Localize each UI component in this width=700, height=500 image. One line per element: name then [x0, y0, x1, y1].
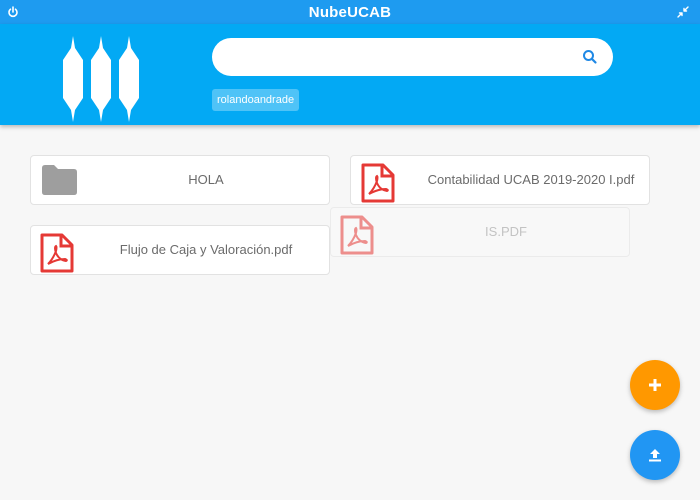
ucab-logo: [58, 36, 148, 122]
upload-button[interactable]: [630, 430, 680, 480]
search-bar: [212, 38, 613, 76]
search-icon[interactable]: [581, 48, 599, 66]
item-label: Flujo de Caja y Valoración.pdf: [119, 242, 293, 257]
item-label: IS.PDF: [485, 224, 527, 239]
app-header: rolandoandrade: [0, 24, 700, 125]
item-label: HOLA: [188, 172, 224, 187]
pdf-file-icon: [39, 233, 75, 273]
window-title: NubeUCAB: [308, 3, 392, 21]
title-bar: NubeUCAB: [0, 0, 700, 24]
file-item[interactable]: Flujo de Caja y Valoración.pdf: [30, 225, 330, 275]
file-item-dragging[interactable]: IS.PDF: [330, 207, 630, 257]
file-item[interactable]: Contabilidad UCAB 2019-2020 I.pdf: [350, 155, 650, 205]
pdf-file-icon: [339, 215, 375, 255]
user-chip[interactable]: rolandoandrade: [212, 89, 300, 111]
pdf-file-icon: [360, 163, 396, 203]
search-input[interactable]: [230, 47, 574, 69]
upload-icon: [649, 449, 661, 462]
item-label: Contabilidad UCAB 2019-2020 I.pdf: [427, 172, 635, 187]
folder-item[interactable]: HOLA: [30, 155, 330, 205]
plus-icon: [649, 379, 661, 391]
add-button[interactable]: [630, 360, 680, 410]
power-icon[interactable]: [4, 3, 22, 21]
restore-icon[interactable]: [674, 3, 692, 21]
